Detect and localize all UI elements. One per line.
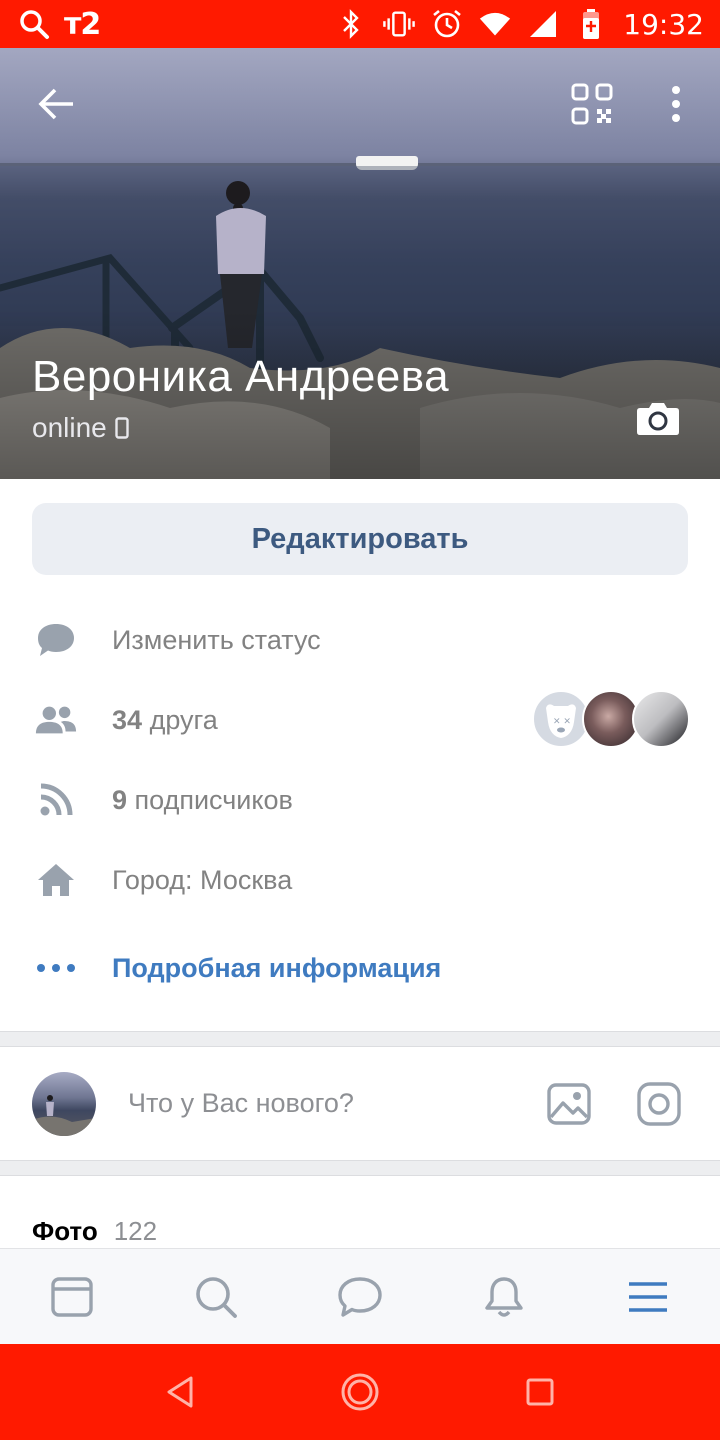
wifi-icon (479, 6, 511, 42)
followers-label: 9 подписчиков (112, 785, 293, 816)
more-options-button[interactable] (648, 76, 704, 132)
section-divider (0, 1160, 720, 1176)
svg-text:✕ ✕: ✕ ✕ (553, 717, 571, 727)
arrow-left-icon (38, 88, 73, 120)
search-icon (18, 6, 50, 42)
nav-messages[interactable] (336, 1273, 384, 1321)
friends-label: 34 друга (112, 705, 218, 736)
camera-story-icon (637, 1082, 681, 1126)
menu-icon (629, 1282, 667, 1312)
nav-menu[interactable] (624, 1273, 672, 1321)
nav-notifications[interactable] (480, 1273, 528, 1321)
my-avatar (32, 1072, 96, 1136)
default-dog-avatar-icon: ✕ ✕ (546, 704, 576, 738)
change-cover-button[interactable] (636, 400, 684, 440)
clock: 19:32 (623, 7, 704, 41)
photos-count: 122 (113, 1216, 158, 1246)
followers-row[interactable]: 9 подписчиков (0, 765, 720, 835)
change-status-row[interactable]: Изменить статус (0, 605, 720, 675)
friend-avatar (632, 690, 690, 748)
battery-charging-icon (575, 6, 607, 42)
system-home-button[interactable] (340, 1372, 380, 1412)
bottom-navigation (0, 1248, 720, 1344)
rss-feed-icon (34, 778, 78, 822)
online-status-text: online (32, 412, 107, 443)
city-row: Город: Москва (0, 845, 720, 915)
vibrate-icon (383, 6, 416, 42)
news-icon (51, 1277, 93, 1317)
friends-icon (34, 698, 78, 742)
nav-news[interactable] (48, 1273, 96, 1321)
system-recents-button[interactable] (520, 1372, 560, 1412)
qr-code-icon (571, 83, 613, 125)
city-label: Город: Москва (112, 864, 293, 895)
system-back-button[interactable] (160, 1372, 200, 1412)
followers-word: подписчиков (134, 784, 293, 815)
change-status-label: Изменить статус (112, 624, 321, 655)
attach-photo-button[interactable] (546, 1081, 592, 1127)
speech-bubble-icon (34, 618, 78, 662)
friends-count: 34 (112, 704, 143, 735)
qr-code-button[interactable] (564, 76, 620, 132)
signal-icon (527, 6, 559, 42)
details-link[interactable]: Подробная информация (112, 953, 441, 984)
search-icon (196, 1277, 237, 1318)
circle-home-icon (341, 1373, 379, 1411)
followers-count: 9 (112, 784, 128, 815)
home-icon (34, 858, 78, 902)
mobile-phone-icon (115, 417, 129, 439)
messages-icon (338, 1277, 382, 1317)
image-icon (547, 1083, 591, 1125)
back-button[interactable] (29, 76, 85, 132)
online-status: online (32, 412, 129, 444)
triangle-back-icon (167, 1376, 193, 1408)
system-navigation-bar (0, 1344, 720, 1440)
more-vertical-icon (672, 86, 680, 122)
notifications-icon (485, 1277, 523, 1317)
photos-header[interactable]: Фото 122 (32, 1216, 157, 1247)
profile-name: Вероника Андреева (32, 352, 450, 401)
status-bar: т2 19:32 (0, 0, 720, 48)
square-recents-icon (526, 1378, 554, 1406)
section-divider (0, 1031, 720, 1047)
new-post-input[interactable]: Что у Вас нового? (128, 1088, 354, 1119)
post-composer: Что у Вас нового? (0, 1048, 720, 1160)
nav-search[interactable] (192, 1273, 240, 1321)
camera-icon (637, 403, 679, 435)
details-row[interactable]: Подробная информация (0, 933, 720, 1003)
story-camera-button[interactable] (636, 1081, 682, 1127)
edit-profile-button[interactable]: Редактировать (32, 503, 688, 575)
photos-title: Фото (32, 1216, 98, 1246)
friends-word: друга (149, 704, 218, 735)
profile-cover: Вероника Андреева online (0, 48, 720, 479)
carrier-name: т2 (64, 6, 101, 42)
alarm-icon (431, 6, 463, 42)
bluetooth-icon (335, 6, 367, 42)
friends-avatars[interactable]: ✕ ✕ (532, 690, 692, 748)
more-horizontal-icon (34, 946, 78, 990)
